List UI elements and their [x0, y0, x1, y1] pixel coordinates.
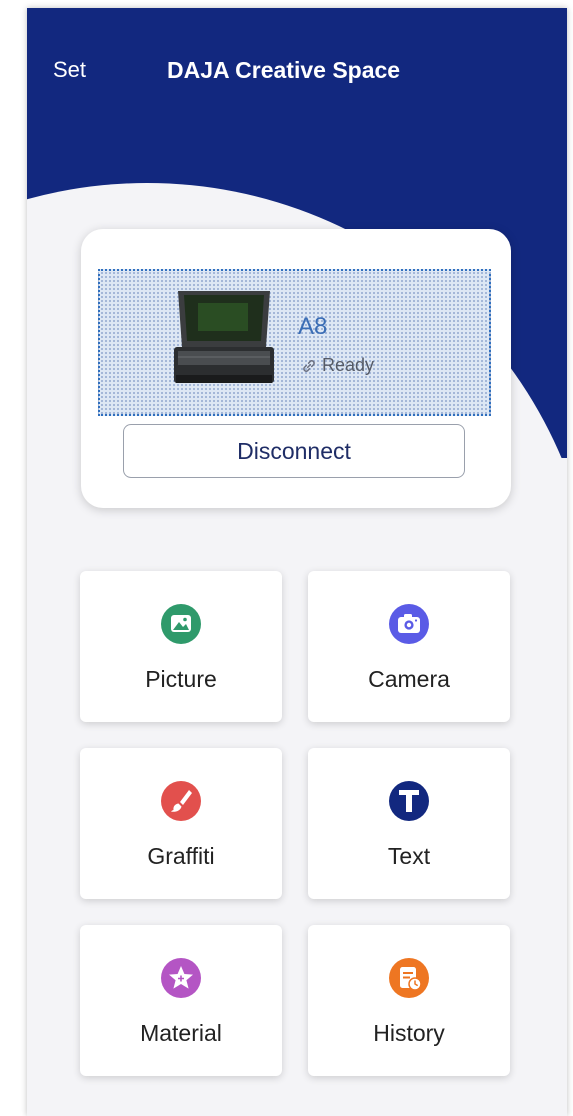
device-image — [174, 291, 274, 383]
camera-icon — [389, 604, 429, 644]
tile-picture[interactable]: Picture — [80, 571, 282, 722]
device-card: A8 Ready Disconnect — [81, 229, 511, 508]
link-icon — [303, 359, 315, 372]
app-screen: Set DAJA Creative Space A8 Ready Disconn… — [27, 8, 567, 1116]
tile-label: Camera — [368, 666, 450, 692]
disconnect-button[interactable]: Disconnect — [123, 424, 465, 478]
star-icon — [161, 958, 201, 998]
set-button[interactable]: Set — [53, 57, 86, 83]
tile-camera[interactable]: Camera — [308, 571, 510, 722]
device-info-panel[interactable]: A8 Ready — [98, 269, 491, 416]
tile-label: Material — [140, 1020, 222, 1046]
device-name: A8 — [298, 313, 328, 340]
device-status-label: Ready — [322, 355, 375, 375]
tile-label: Text — [387, 843, 431, 869]
tile-label: History — [373, 1020, 445, 1046]
tile-material[interactable]: Material — [80, 925, 282, 1076]
tile-graffiti[interactable]: Graffiti — [80, 748, 282, 899]
top-bar: Set DAJA Creative Space — [27, 54, 567, 90]
page-title: DAJA Creative Space — [167, 57, 401, 83]
tile-history[interactable]: History — [308, 925, 510, 1076]
tile-label: Picture — [145, 666, 217, 692]
picture-icon — [161, 604, 201, 644]
tile-text[interactable]: Text — [308, 748, 510, 899]
history-icon — [389, 958, 429, 998]
brush-icon — [161, 781, 201, 821]
text-icon — [389, 781, 429, 821]
tile-label: Graffiti — [147, 843, 215, 869]
device-status: Ready — [300, 355, 374, 376]
